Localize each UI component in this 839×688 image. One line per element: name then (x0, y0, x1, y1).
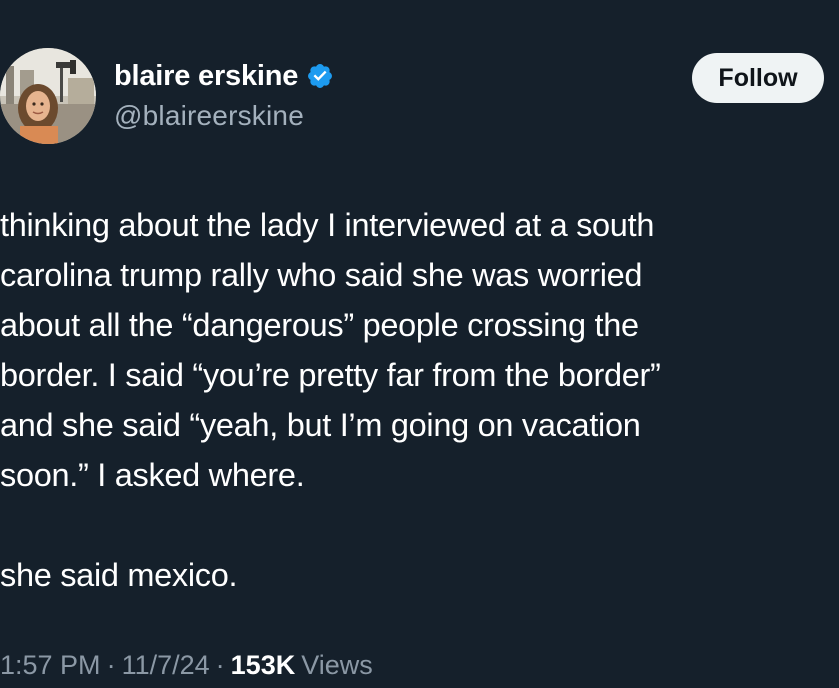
meta-separator: · (215, 650, 225, 680)
tweet: blaire erskine @blaireerskine Follow thi… (0, 0, 839, 688)
tweet-time[interactable]: 1:57 PM (0, 650, 101, 681)
follow-button[interactable]: Follow (692, 53, 824, 103)
tweet-text-line: and she said “yeah, but I’m going on vac… (0, 407, 641, 443)
views-count[interactable]: 153K (231, 650, 296, 681)
handle[interactable]: @blaireerskine (114, 100, 334, 132)
tweet-meta: 1:57 PM · 11/7/24 · 153K Views (0, 650, 373, 681)
verified-badge-icon[interactable] (306, 62, 334, 90)
tweet-date[interactable]: 11/7/24 (122, 650, 210, 681)
tweet-text: thinking about the lady I interviewed at… (0, 200, 835, 600)
tweet-text-line: about all the “dangerous” people crossin… (0, 307, 639, 343)
tweet-text-line: thinking about the lady I interviewed at… (0, 207, 655, 243)
tweet-text-line: carolina trump rally who said she was wo… (0, 257, 643, 293)
views-label: Views (301, 650, 373, 680)
tweet-text-line: she said mexico. (0, 557, 238, 593)
display-name[interactable]: blaire erskine (114, 60, 298, 93)
tweet-header: blaire erskine @blaireerskine Follow (0, 48, 839, 148)
author-info: blaire erskine @blaireerskine (114, 58, 334, 132)
avatar[interactable] (0, 48, 96, 144)
display-name-row: blaire erskine (114, 58, 334, 94)
meta-separator: · (106, 650, 116, 680)
tweet-text-line: border. I said “you’re pretty far from t… (0, 357, 661, 393)
tweet-text-line: soon.” I asked where. (0, 457, 305, 493)
avatar-photo (0, 48, 96, 144)
